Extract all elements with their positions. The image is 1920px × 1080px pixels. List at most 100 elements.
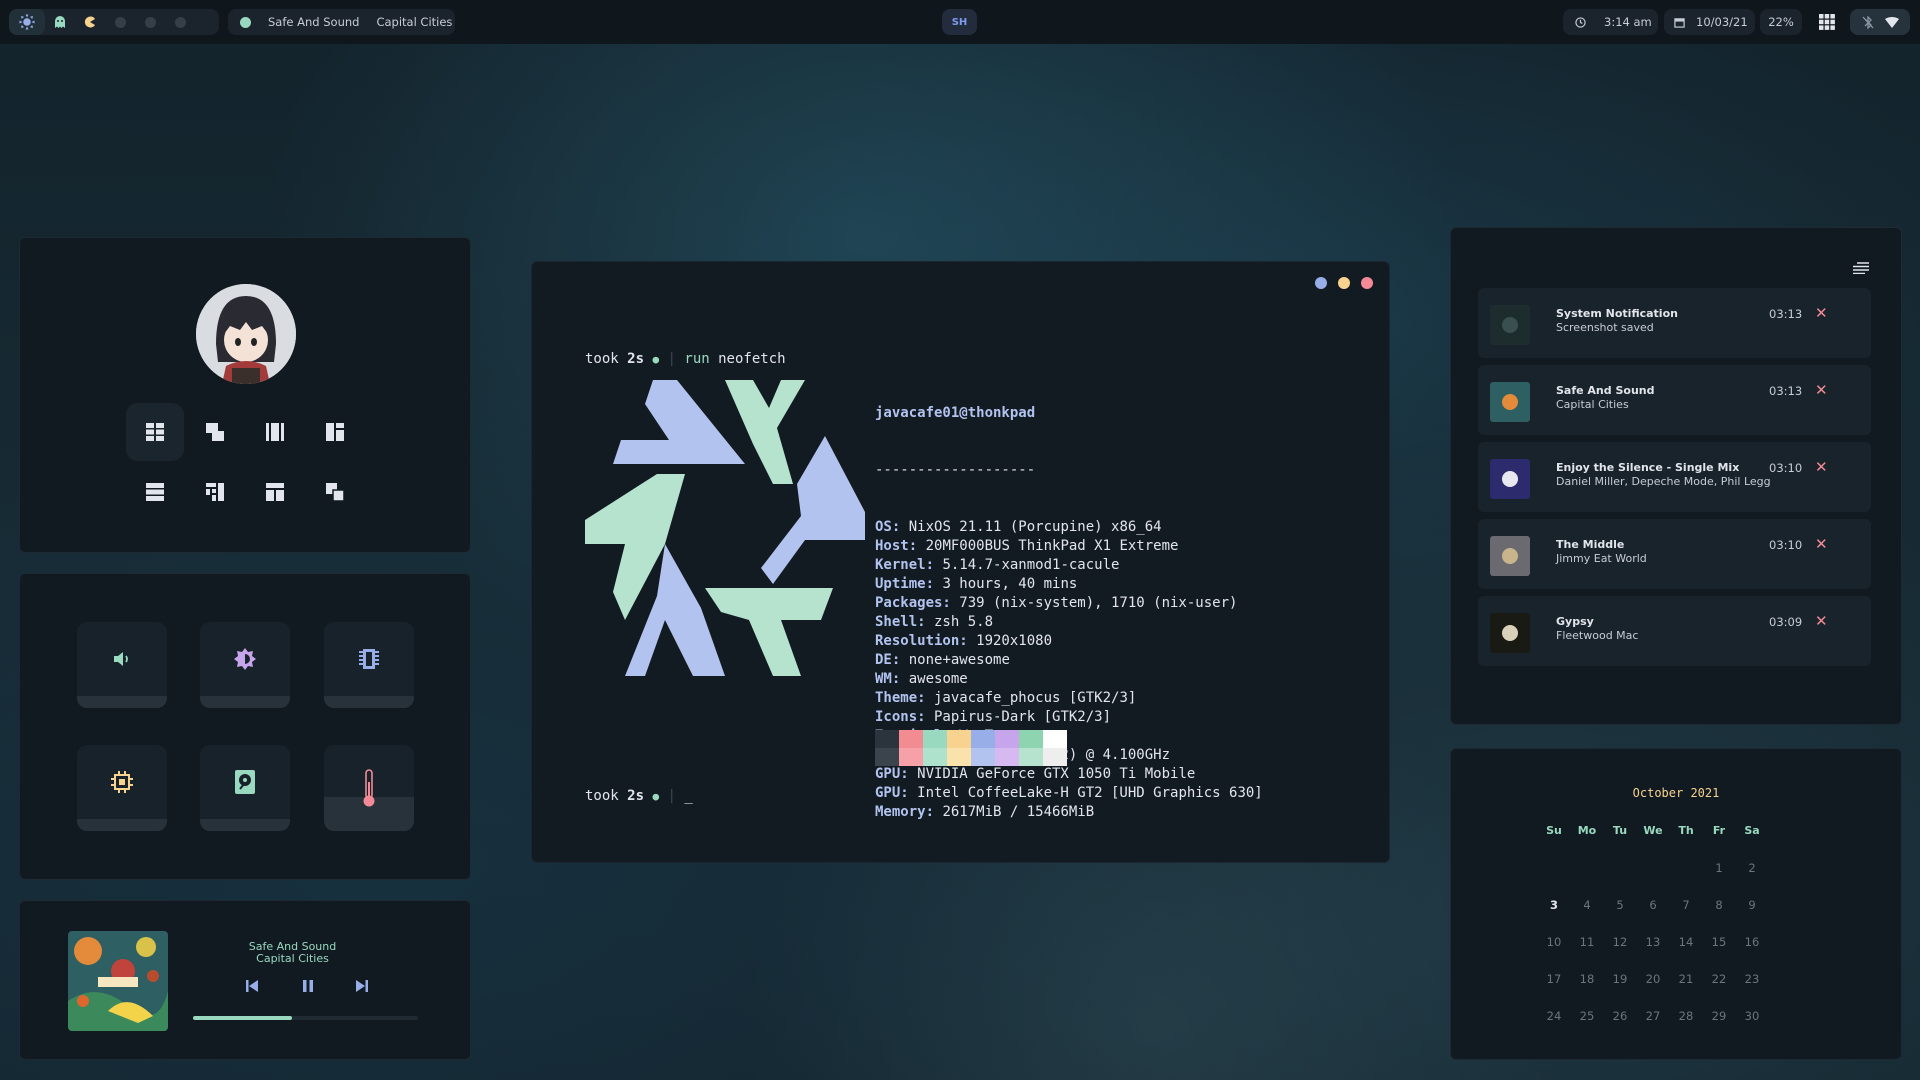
temperature-tile[interactable] [324, 745, 414, 831]
layout-fair-icon[interactable] [246, 403, 304, 461]
clear-all-icon[interactable] [1853, 262, 1869, 274]
info-key: GPU: [875, 785, 909, 801]
calendar-day[interactable]: 2 [1737, 861, 1767, 875]
close-icon[interactable]: ✕ [1815, 535, 1828, 553]
notification-card[interactable]: System Notification Screenshot saved 03:… [1478, 288, 1871, 358]
notification-card[interactable]: Safe And Sound Capital Cities 03:13 ✕ [1478, 365, 1871, 435]
memory-icon [359, 649, 379, 669]
info-key: Packages: [875, 595, 951, 611]
layout-tile-icon[interactable] [126, 403, 184, 461]
next-icon[interactable] [354, 978, 370, 994]
close-icon[interactable]: ✕ [1815, 612, 1828, 630]
tag-empty-5[interactable] [165, 16, 195, 28]
calendar-day[interactable]: 12 [1605, 935, 1635, 949]
calendar-day[interactable]: 5 [1605, 898, 1635, 912]
calendar-day[interactable]: 14 [1671, 935, 1701, 949]
calendar-day[interactable]: 15 [1704, 935, 1734, 949]
previous-icon[interactable] [244, 978, 260, 994]
layout-tileleft-icon[interactable] [306, 403, 364, 461]
info-value: 20MF000BUS ThinkPad X1 Extreme [917, 538, 1179, 554]
info-line: GPU: NVIDIA GeForce GTX 1050 Ti Mobile [875, 765, 1263, 784]
nixos-launcher-icon[interactable] [9, 9, 45, 35]
info-key: Icons: [875, 709, 926, 725]
ghost-icon: ● [652, 353, 660, 366]
bluetooth-off-icon [1862, 15, 1873, 29]
calendar-day[interactable]: 28 [1671, 1009, 1701, 1023]
layout-spiral-icon[interactable] [186, 463, 244, 521]
notification-thumbnail [1490, 305, 1530, 345]
weekday-header: Tu [1612, 824, 1628, 837]
close-icon[interactable]: ✕ [1815, 304, 1828, 322]
info-key: OS: [875, 519, 901, 535]
battery-widget: 22% [1760, 9, 1802, 35]
weekday-header: Mo [1577, 824, 1597, 837]
calendar-day[interactable]: 18 [1572, 972, 1602, 986]
info-line: Uptime: 3 hours, 40 mins [875, 575, 1263, 594]
layout-floating-icon[interactable] [306, 463, 364, 521]
tag-empty-3[interactable] [105, 16, 135, 28]
taglist [9, 9, 219, 35]
calendar-day[interactable]: 8 [1704, 898, 1734, 912]
palette-swatch [995, 748, 1019, 766]
layout-centered-icon[interactable] [246, 463, 304, 521]
user-host: javacafe01@thonkpad [875, 405, 1036, 421]
cpu-tile[interactable] [77, 745, 167, 831]
calendar-day[interactable]: 20 [1638, 972, 1668, 986]
notification-thumbnail [1490, 613, 1530, 653]
calendar-day[interactable]: 6 [1638, 898, 1668, 912]
calendar-day[interactable]: 19 [1605, 972, 1635, 986]
close-dot[interactable] [1361, 277, 1373, 289]
systray-pill[interactable] [1850, 9, 1910, 35]
calendar-day[interactable]: 23 [1737, 972, 1767, 986]
minimize-dot[interactable] [1315, 277, 1327, 289]
tag-ghost-icon[interactable] [45, 16, 75, 28]
calendar-day[interactable]: 22 [1704, 972, 1734, 986]
calendar-day[interactable]: 25 [1572, 1009, 1602, 1023]
calendar-day[interactable]: 7 [1671, 898, 1701, 912]
notification-card[interactable]: The Middle Jimmy Eat World 03:10 ✕ [1478, 519, 1871, 589]
brightness-tile[interactable] [200, 622, 290, 708]
close-icon[interactable]: ✕ [1815, 458, 1828, 476]
calendar-day[interactable]: 9 [1737, 898, 1767, 912]
progress-bar[interactable] [193, 1016, 418, 1020]
launcher-button[interactable]: SH [942, 9, 977, 35]
info-line: Shell: zsh 5.8 [875, 613, 1263, 632]
volume-tile[interactable] [77, 622, 167, 708]
calendar-day[interactable]: 30 [1737, 1009, 1767, 1023]
info-line: Kernel: 5.14.7-xanmod1-cacule [875, 556, 1263, 575]
info-line: Theme: javacafe_phocus [GTK2/3] [875, 689, 1263, 708]
terminal-window[interactable]: took 2s ● | run neofetch javacafe01@thon… [531, 261, 1390, 863]
tag-pacman-icon[interactable] [75, 16, 105, 28]
nixos-logo-icon [585, 380, 865, 676]
calendar-day[interactable]: 24 [1539, 1009, 1569, 1023]
disk-tile[interactable] [200, 745, 290, 831]
calendar-day[interactable]: 10 [1539, 935, 1569, 949]
layout-rows-icon[interactable] [126, 463, 184, 521]
tag-empty-4[interactable] [135, 16, 165, 28]
info-value: NixOS 21.11 (Porcupine) x86_64 [900, 519, 1162, 535]
calendar-day[interactable]: 17 [1539, 972, 1569, 986]
calendar-day[interactable]: 11 [1572, 935, 1602, 949]
palette-swatch [875, 730, 899, 748]
calendar-day[interactable]: 29 [1704, 1009, 1734, 1023]
info-separator: ------------------- [875, 462, 1036, 478]
calendar-day[interactable]: 26 [1605, 1009, 1635, 1023]
pause-icon[interactable] [300, 978, 316, 994]
notification-card[interactable]: Gypsy Fleetwood Mac 03:09 ✕ [1478, 596, 1871, 666]
calendar-day[interactable]: 27 [1638, 1009, 1668, 1023]
close-icon[interactable]: ✕ [1815, 381, 1828, 399]
calendar-day[interactable]: 4 [1572, 898, 1602, 912]
maximize-dot[interactable] [1338, 277, 1350, 289]
info-key: Resolution: [875, 633, 968, 649]
ram-tile[interactable] [324, 622, 414, 708]
notification-card[interactable]: Enjoy the Silence - Single Mix Daniel Mi… [1478, 442, 1871, 512]
calendar-today[interactable]: 3 [1539, 898, 1569, 912]
calendar-day[interactable]: 16 [1737, 935, 1767, 949]
now-playing-widget[interactable]: Safe And Sound Capital Cities [228, 9, 455, 35]
layout-max-icon[interactable] [186, 403, 244, 461]
calendar-day[interactable]: 1 [1704, 861, 1734, 875]
calendar-day[interactable]: 21 [1671, 972, 1701, 986]
layout-grid-icon[interactable] [1812, 9, 1842, 35]
notification-body: Fleetwood Mac [1556, 629, 1639, 642]
calendar-day[interactable]: 13 [1638, 935, 1668, 949]
